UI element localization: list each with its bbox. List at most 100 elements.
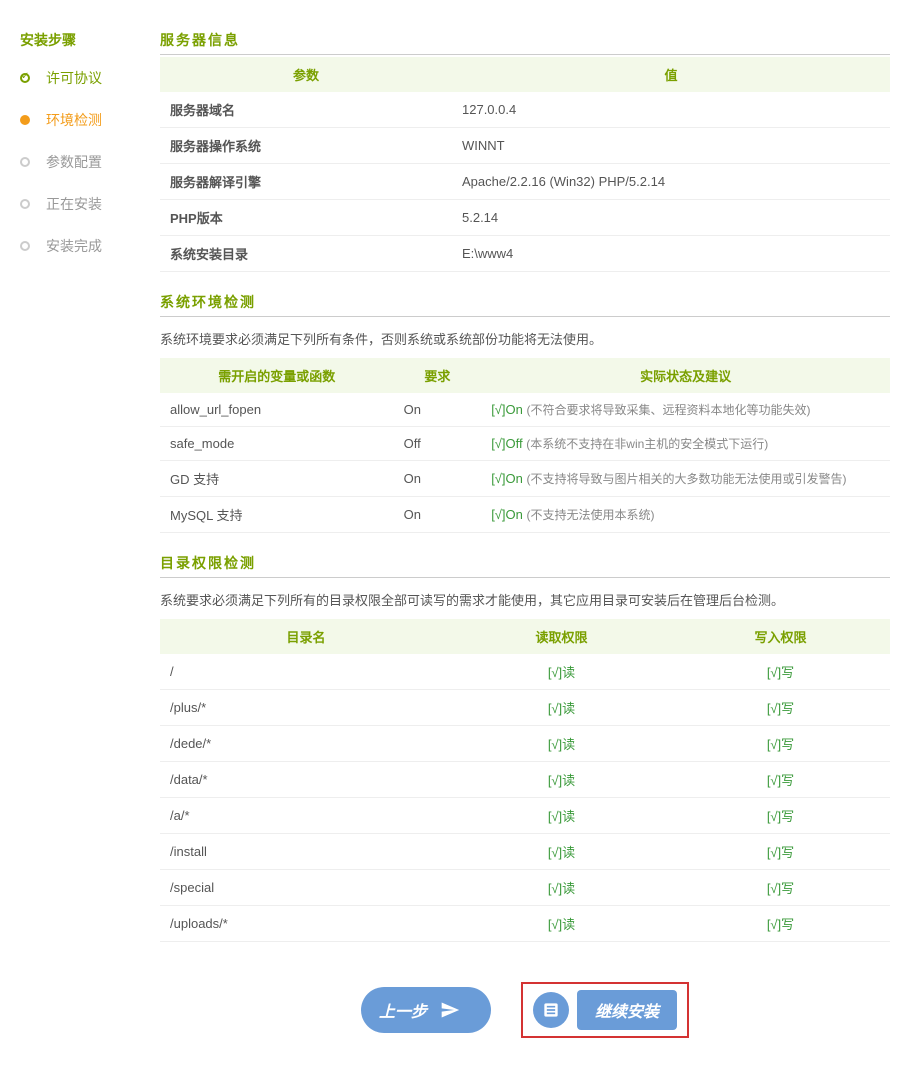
env-check-title: 系统环境检测 [160,292,890,317]
env-check-desc: 系统环境要求必须满足下列所有条件，否则系统或系统部份功能将无法使用。 [160,319,890,358]
read-cell: [√]读 [452,798,671,834]
server-info-table: 参数 值 服务器域名127.0.0.4服务器操作系统WINNT服务器解译引擎Ap… [160,57,890,272]
table-row: 服务器域名127.0.0.4 [160,92,890,128]
step-environment: 环境检测 [20,110,150,130]
table-row: GD 支持On[√]On (不支持将导致与图片相关的大多数功能无法使用或引发警告… [160,461,890,497]
dir-check-title: 目录权限检测 [160,553,890,578]
th-read: 读取权限 [452,619,671,654]
dir-cell: /special [160,870,452,906]
step-dot-icon [20,241,30,251]
step-label: 参数配置 [46,152,102,172]
write-cell: [√]写 [671,834,890,870]
var-cell: GD 支持 [160,461,394,497]
status-cell: [√]Off (本系统不支持在非win主机的安全模式下运行) [481,427,890,461]
table-row: MySQL 支持On[√]On (不支持无法使用本系统) [160,497,890,533]
step-dot-icon [20,199,30,209]
status-cell: [√]On (不符合要求将导致采集、远程资料本地化等功能失效) [481,393,890,427]
table-row: 服务器解译引擎Apache/2.2.16 (Win32) PHP/5.2.14 [160,164,890,200]
read-cell: [√]读 [452,870,671,906]
req-cell: On [394,461,482,497]
dir-cell: /a/* [160,798,452,834]
table-row: /a/*[√]读[√]写 [160,798,890,834]
write-cell: [√]写 [671,870,890,906]
dir-cell: /data/* [160,762,452,798]
req-cell: On [394,393,482,427]
prev-label: 上一步 [379,998,427,1022]
sidebar-title: 安装步骤 [20,30,150,50]
step-installing: 正在安装 [20,194,150,214]
table-row: /[√]读[√]写 [160,654,890,690]
dir-cell: /plus/* [160,690,452,726]
value-cell: E:\www4 [452,236,890,272]
read-cell: [√]读 [452,690,671,726]
write-cell: [√]写 [671,726,890,762]
read-cell: [√]读 [452,654,671,690]
main-content: 服务器信息 参数 值 服务器域名127.0.0.4服务器操作系统WINNT服务器… [160,10,890,1058]
value-cell: 5.2.14 [452,200,890,236]
step-dot-icon [20,157,30,167]
read-cell: [√]读 [452,762,671,798]
dir-check-table: 目录名 读取权限 写入权限 /[√]读[√]写/plus/*[√]读[√]写/d… [160,619,890,942]
th-value: 值 [452,57,890,92]
write-cell: [√]写 [671,654,890,690]
step-dot-icon [20,115,30,125]
req-cell: On [394,497,482,533]
var-cell: safe_mode [160,427,394,461]
req-cell: Off [394,427,482,461]
dir-cell: / [160,654,452,690]
step-dot-icon [20,73,30,83]
read-cell: [√]读 [452,726,671,762]
th-req: 要求 [394,358,482,393]
table-row: /uploads/*[√]读[√]写 [160,906,890,942]
value-cell: Apache/2.2.16 (Win32) PHP/5.2.14 [452,164,890,200]
var-cell: MySQL 支持 [160,497,394,533]
value-cell: WINNT [452,128,890,164]
next-button[interactable]: 继续安装 [577,990,677,1030]
table-row: PHP版本5.2.14 [160,200,890,236]
env-check-table: 需开启的变量或函数 要求 实际状态及建议 allow_url_fopenOn[√… [160,358,890,533]
table-row: 系统安装目录E:\www4 [160,236,890,272]
table-row: /data/*[√]读[√]写 [160,762,890,798]
write-cell: [√]写 [671,798,890,834]
dir-cell: /install [160,834,452,870]
step-license: 许可协议 [20,68,150,88]
install-steps-sidebar: 安装步骤 许可协议 环境检测 参数配置 正在安装 安装完成 [10,10,160,1058]
param-cell: 服务器操作系统 [160,128,452,164]
dir-cell: /dede/* [160,726,452,762]
step-config: 参数配置 [20,152,150,172]
th-param: 参数 [160,57,452,92]
step-label: 安装完成 [46,236,102,256]
prev-button[interactable]: 上一步 [361,987,491,1033]
th-var: 需开启的变量或函数 [160,358,394,393]
checklist-icon [533,992,569,1028]
table-row: safe_modeOff[√]Off (本系统不支持在非win主机的安全模式下运… [160,427,890,461]
next-label: 继续安装 [595,998,659,1022]
step-label: 正在安装 [46,194,102,214]
write-cell: [√]写 [671,906,890,942]
read-cell: [√]读 [452,834,671,870]
table-row: /dede/*[√]读[√]写 [160,726,890,762]
table-row: allow_url_fopenOn[√]On (不符合要求将导致采集、远程资料本… [160,393,890,427]
status-cell: [√]On (不支持将导致与图片相关的大多数功能无法使用或引发警告) [481,461,890,497]
status-cell: [√]On (不支持无法使用本系统) [481,497,890,533]
table-row: /special[√]读[√]写 [160,870,890,906]
th-dir: 目录名 [160,619,452,654]
read-cell: [√]读 [452,906,671,942]
write-cell: [√]写 [671,762,890,798]
step-label: 许可协议 [46,68,102,88]
value-cell: 127.0.0.4 [452,92,890,128]
param-cell: PHP版本 [160,200,452,236]
param-cell: 系统安装目录 [160,236,452,272]
dir-cell: /uploads/* [160,906,452,942]
param-cell: 服务器域名 [160,92,452,128]
param-cell: 服务器解译引擎 [160,164,452,200]
table-row: /install[√]读[√]写 [160,834,890,870]
footer-buttons: 上一步 继续安装 [160,962,890,1058]
th-status: 实际状态及建议 [481,358,890,393]
table-row: /plus/*[√]读[√]写 [160,690,890,726]
plane-icon [435,995,465,1025]
th-write: 写入权限 [671,619,890,654]
dir-check-desc: 系统要求必须满足下列所有的目录权限全部可读写的需求才能使用，其它应用目录可安装后… [160,580,890,619]
write-cell: [√]写 [671,690,890,726]
next-button-highlight: 继续安装 [521,982,689,1038]
